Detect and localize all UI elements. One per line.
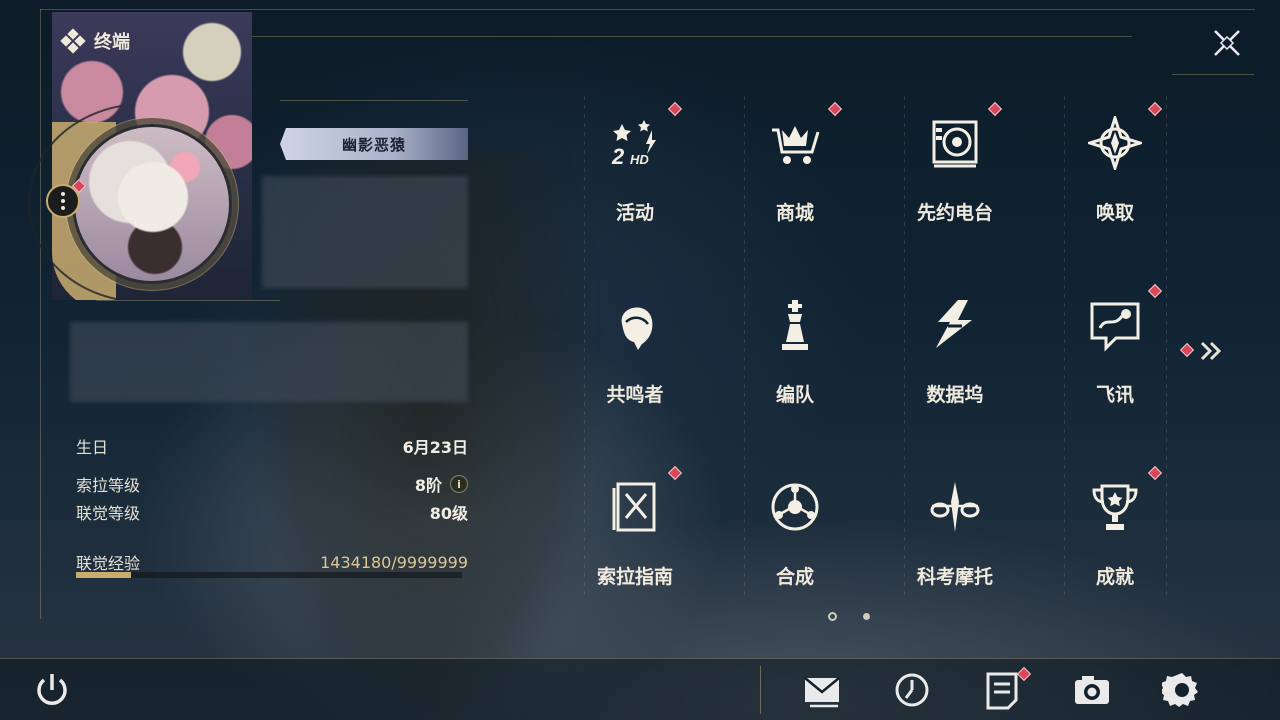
menu-item-sola-guide[interactable]: 索拉指南 bbox=[584, 448, 744, 630]
nickname-text: 幽影恶猿 bbox=[341, 135, 406, 154]
power-icon[interactable] bbox=[32, 670, 72, 710]
blurred-uid-panel bbox=[70, 322, 468, 402]
exp-progress-bar bbox=[76, 572, 462, 578]
page-dot[interactable] bbox=[863, 613, 870, 620]
nickname-plate: 幽影恶猿 bbox=[280, 128, 468, 160]
menu-item-radio[interactable]: 先约电台 bbox=[904, 84, 1064, 266]
chevron-double-right-icon[interactable] bbox=[1192, 340, 1224, 362]
menu-label: 商城 bbox=[775, 202, 814, 224]
stat-row-birthday: 生日 6月23日 bbox=[76, 434, 468, 458]
menu-label: 成就 bbox=[1095, 566, 1134, 588]
guidebook-icon bbox=[612, 482, 656, 532]
avatar[interactable] bbox=[72, 124, 232, 284]
stat-label: 联觉等级 bbox=[76, 504, 141, 523]
stat-row-union-level: 联觉等级 80级 bbox=[76, 500, 468, 524]
bottom-divider bbox=[760, 666, 761, 714]
chat-message-icon bbox=[1090, 302, 1140, 352]
profile-divider bbox=[96, 300, 280, 301]
notification-badge bbox=[987, 101, 1003, 117]
event-2hd-icon: 2 HD bbox=[611, 120, 656, 169]
menu-item-team[interactable]: 编队 bbox=[744, 266, 904, 448]
menu-label: 共鸣者 bbox=[606, 384, 664, 406]
shop-crown-cart-icon bbox=[772, 126, 820, 164]
radio-pass-icon bbox=[932, 120, 978, 168]
stat-value: 6月23日 bbox=[402, 438, 468, 457]
stat-row-union-exp: 联觉经验 1434180/9999999 bbox=[76, 550, 468, 574]
menu-label: 数据坞 bbox=[926, 384, 984, 406]
stat-label: 索拉等级 bbox=[76, 476, 141, 495]
menu-label: 唤取 bbox=[1095, 202, 1134, 224]
stat-value-wrap: 8阶 i bbox=[415, 472, 468, 496]
camera-icon[interactable] bbox=[1072, 670, 1112, 710]
exp-progress-fill bbox=[76, 572, 132, 578]
exp-label: 联觉经验 bbox=[76, 554, 141, 573]
stat-row-sola-level: 索拉等级 8阶 i bbox=[76, 472, 468, 496]
exp-value: 1434180/9999999 bbox=[320, 552, 468, 572]
frame-top-line bbox=[40, 9, 1255, 10]
terminal-title-text: 终端 bbox=[94, 32, 130, 53]
mail-icon[interactable] bbox=[802, 670, 842, 710]
menu-item-shop[interactable]: 商城 bbox=[744, 84, 904, 266]
menu-item-events[interactable]: 2 HD 活动 bbox=[584, 84, 744, 266]
menu-item-convene[interactable]: 唤取 bbox=[1064, 84, 1224, 266]
menu-item-achievements[interactable]: 成就 bbox=[1064, 448, 1224, 630]
svg-text:2: 2 bbox=[611, 144, 625, 169]
notification-badge bbox=[667, 465, 683, 481]
menu-label: 先约电台 bbox=[916, 202, 993, 224]
notification-badge bbox=[667, 101, 683, 117]
diamond-logo-icon bbox=[60, 28, 86, 54]
notification-badge bbox=[1147, 101, 1163, 117]
stat-label: 生日 bbox=[76, 438, 109, 457]
menu-item-resonators[interactable]: 共鸣者 bbox=[584, 266, 744, 448]
frame-right-line bbox=[1172, 74, 1254, 75]
clock-icon[interactable] bbox=[892, 670, 932, 710]
menu-label: 合成 bbox=[775, 566, 814, 588]
menu-item-databank[interactable]: 数据坞 bbox=[904, 266, 1064, 448]
svg-text:HD: HD bbox=[630, 152, 649, 167]
frame-left-line bbox=[40, 9, 41, 619]
menu-label: 索拉指南 bbox=[596, 566, 673, 588]
convene-star-icon bbox=[1088, 116, 1142, 170]
info-icon[interactable]: i bbox=[450, 475, 468, 493]
stat-value: 80级 bbox=[429, 504, 468, 523]
notification-badge bbox=[827, 101, 843, 117]
notification-badge bbox=[1147, 465, 1163, 481]
motorcycle-icon bbox=[930, 482, 980, 532]
settings-gear-icon[interactable] bbox=[1162, 670, 1202, 710]
menu-label: 活动 bbox=[615, 202, 654, 224]
data-bank-icon bbox=[936, 300, 972, 348]
resonator-portrait-icon bbox=[621, 307, 653, 350]
menu-item-motorcycle[interactable]: 科考摩托 bbox=[904, 448, 1064, 630]
notes-icon[interactable] bbox=[982, 670, 1022, 710]
synthesis-icon bbox=[771, 483, 819, 531]
frame-header-line bbox=[252, 36, 1132, 37]
menu-label: 编队 bbox=[775, 384, 814, 406]
terminal-title: 终端 bbox=[60, 28, 130, 54]
team-chess-icon bbox=[782, 300, 808, 350]
menu-item-synthesis[interactable]: 合成 bbox=[744, 448, 904, 630]
nickname-line-top bbox=[280, 100, 468, 101]
page-dot-active[interactable] bbox=[828, 612, 837, 621]
close-icon bbox=[1214, 30, 1240, 56]
notification-badge bbox=[1147, 283, 1163, 299]
trophy-icon bbox=[1092, 484, 1138, 530]
page-indicator bbox=[828, 612, 870, 621]
blurred-signature bbox=[262, 176, 468, 288]
stat-value: 8阶 bbox=[414, 476, 442, 495]
menu-label: 科考摩托 bbox=[916, 566, 993, 588]
close-button[interactable] bbox=[1206, 22, 1248, 64]
menu-label: 飞讯 bbox=[1095, 384, 1134, 406]
